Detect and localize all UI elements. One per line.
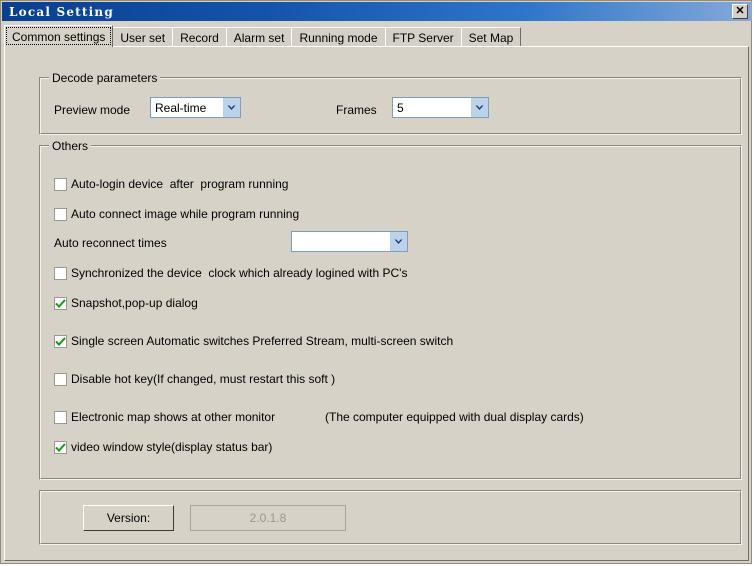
checkbox-box[interactable]: [54, 296, 67, 310]
decode-parameters-group: Decode parameters Preview mode Real-time…: [39, 71, 742, 135]
frames-value: 5: [397, 100, 404, 115]
chevron-down-icon[interactable]: [471, 98, 488, 117]
chevron-down-icon[interactable]: [223, 98, 240, 117]
tab-common-settings[interactable]: Common settings: [4, 25, 114, 47]
auto-reconnect-times-select[interactable]: [291, 231, 408, 252]
checkbox-electronic-map-other-monitor[interactable]: Electronic map shows at other monitor: [54, 410, 275, 424]
preview-mode-label: Preview mode: [54, 103, 131, 117]
checkbox-disable-hot-key[interactable]: Disable hot key(If changed, must restart…: [54, 372, 335, 386]
tab-set-map[interactable]: Set Map: [460, 27, 522, 47]
checkbox-box[interactable]: [54, 266, 67, 280]
checkbox-box[interactable]: [54, 177, 67, 191]
auto-reconnect-times-label: Auto reconnect times: [54, 236, 167, 250]
checkbox-box[interactable]: [54, 207, 67, 221]
checkbox-box[interactable]: [54, 334, 67, 348]
tab-label: FTP Server: [392, 30, 454, 45]
checkbox-label: Snapshot,pop-up dialog: [71, 296, 198, 310]
tab-label: Record: [180, 30, 219, 45]
decode-parameters-title: Decode parameters: [49, 71, 161, 85]
checkbox-box[interactable]: [54, 372, 67, 386]
others-group: Others Auto-login device after program r…: [39, 139, 742, 480]
local-setting-dialog: Local Setting ✕ Common settings User set…: [0, 0, 752, 564]
checkbox-label: Single screen Automatic switches Preferr…: [71, 334, 454, 348]
tab-label: Common settings: [12, 29, 106, 44]
checkbox-auto-login-device[interactable]: Auto-login device after program running: [54, 177, 288, 191]
tab-ftp-server[interactable]: FTP Server: [384, 27, 462, 47]
tab-label: Running mode: [299, 30, 378, 45]
tab-alarm-set[interactable]: Alarm set: [225, 27, 293, 47]
checkbox-box[interactable]: [54, 440, 67, 454]
checkbox-label: video window style(display status bar): [71, 440, 273, 454]
checkbox-snapshot-popup-dialog[interactable]: Snapshot,pop-up dialog: [54, 296, 198, 310]
tab-bar: Common settings User set Record Alarm se…: [4, 25, 522, 47]
tab-record[interactable]: Record: [172, 27, 227, 47]
checkbox-label: Auto connect image while program running: [71, 207, 300, 221]
frames-select[interactable]: 5: [392, 97, 489, 118]
version-value-field: 2.0.1.8: [190, 505, 346, 531]
frames-label: Frames: [336, 103, 377, 117]
window-title: Local Setting: [9, 4, 114, 19]
tab-label: User set: [120, 30, 166, 45]
tab-page-common-settings: Decode parameters Preview mode Real-time…: [4, 46, 749, 561]
title-bar: Local Setting ✕: [2, 2, 752, 21]
checkbox-auto-connect-image[interactable]: Auto connect image while program running: [54, 207, 299, 221]
tab-user-set[interactable]: User set: [112, 27, 174, 47]
checkbox-label: Synchronized the device clock which alre…: [71, 266, 408, 280]
tab-label: Alarm set: [233, 30, 285, 45]
version-button[interactable]: Version:: [83, 505, 174, 531]
tab-label: Set Map: [468, 30, 514, 45]
tab-running-mode[interactable]: Running mode: [291, 27, 386, 47]
dual-display-note: (The computer equipped with dual display…: [325, 410, 584, 424]
checkbox-label: Auto-login device after program running: [71, 177, 289, 191]
checkbox-label: Disable hot key(If changed, must restart…: [71, 372, 336, 386]
checkbox-box[interactable]: [54, 410, 67, 424]
checkbox-synchronize-device-clock[interactable]: Synchronized the device clock which alre…: [54, 266, 407, 280]
checkbox-video-window-style[interactable]: video window style(display status bar): [54, 440, 272, 454]
checkbox-single-screen-auto-switch[interactable]: Single screen Automatic switches Preferr…: [54, 334, 453, 348]
close-icon[interactable]: ✕: [732, 4, 748, 19]
preview-mode-value: Real-time: [155, 100, 207, 115]
others-title: Others: [49, 139, 92, 153]
version-group: Version: 2.0.1.8: [39, 490, 742, 545]
checkbox-label: Electronic map shows at other monitor: [71, 410, 276, 424]
chevron-down-icon[interactable]: [390, 232, 407, 251]
preview-mode-select[interactable]: Real-time: [150, 97, 241, 118]
